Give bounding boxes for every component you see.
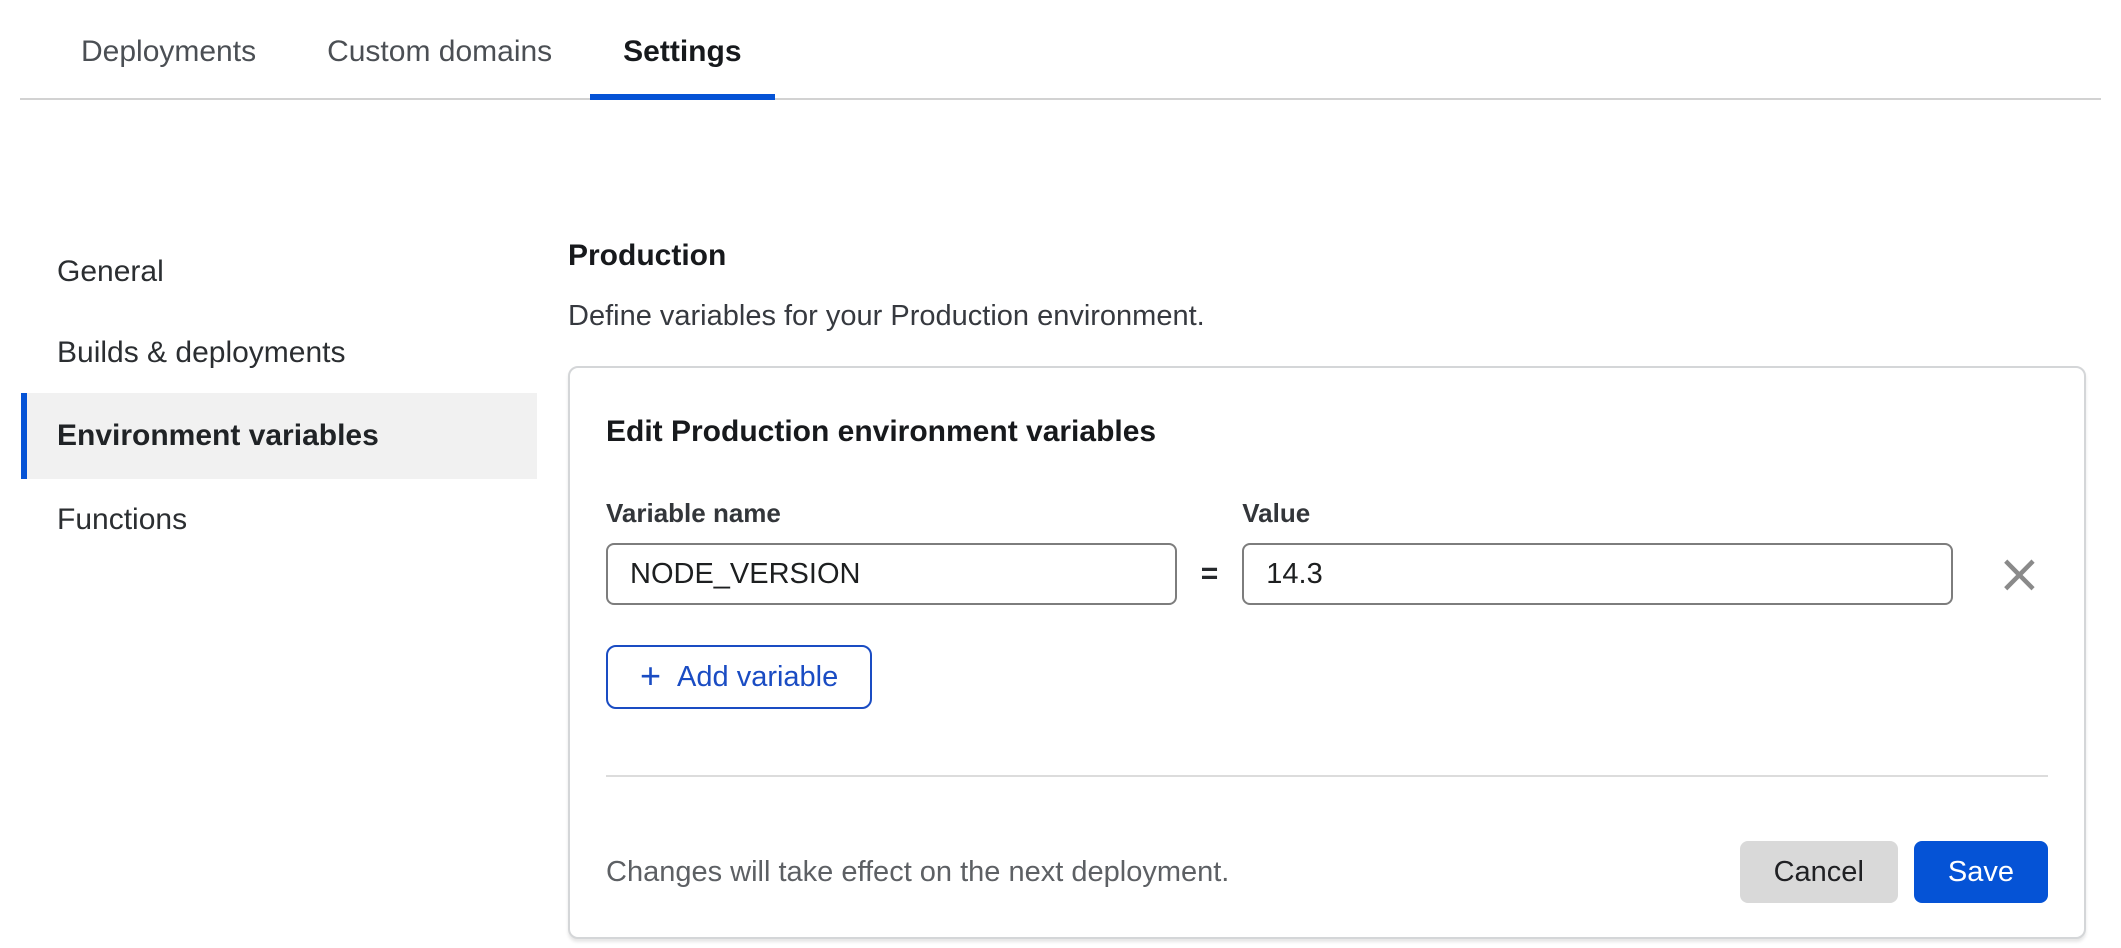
card-divider (606, 775, 2048, 777)
variable-value-field-group: Value (1242, 498, 1952, 605)
settings-content: General Builds & deployments Environment… (0, 100, 2121, 939)
tab-settings[interactable]: Settings (590, 0, 774, 100)
card-title: Edit Production environment variables (606, 414, 2048, 450)
deployment-note: Changes will take effect on the next dep… (606, 856, 1229, 889)
tab-custom-domains[interactable]: Custom domains (294, 0, 585, 100)
tab-deployments[interactable]: Deployments (48, 0, 289, 100)
settings-sidebar: General Builds & deployments Environment… (21, 231, 537, 560)
footer-actions: Cancel Save (1740, 841, 2048, 903)
edit-variables-card: Edit Production environment variables Va… (568, 366, 2086, 939)
add-variable-label: Add variable (677, 661, 838, 694)
variable-row: Variable name = Value × (606, 498, 2048, 605)
add-variable-button[interactable]: + Add variable (606, 645, 872, 709)
sidebar-item-general[interactable]: General (21, 231, 537, 312)
cancel-button[interactable]: Cancel (1740, 841, 1898, 903)
sidebar-item-environment-variables[interactable]: Environment variables (21, 393, 537, 479)
save-button[interactable]: Save (1914, 841, 2048, 903)
sidebar-item-functions[interactable]: Functions (21, 479, 537, 560)
plus-icon: + (640, 658, 661, 694)
sidebar-item-builds-deployments[interactable]: Builds & deployments (21, 312, 537, 393)
variable-value-label: Value (1242, 498, 1952, 529)
variable-value-input[interactable] (1242, 543, 1952, 605)
variable-name-input[interactable] (606, 543, 1177, 605)
remove-variable-cell: × (1991, 543, 2048, 605)
project-tab-bar: Deployments Custom domains Settings (20, 0, 2101, 100)
section-description: Define variables for your Production env… (568, 298, 2121, 334)
remove-variable-icon[interactable]: × (1991, 547, 2048, 601)
environment-variables-panel: Production Define variables for your Pro… (568, 100, 2121, 939)
variable-name-label: Variable name (606, 498, 1177, 529)
equals-sign: = (1201, 543, 1219, 605)
variable-name-field-group: Variable name (606, 498, 1177, 605)
section-heading: Production (568, 238, 2121, 274)
card-footer: Changes will take effect on the next dep… (606, 841, 2048, 903)
